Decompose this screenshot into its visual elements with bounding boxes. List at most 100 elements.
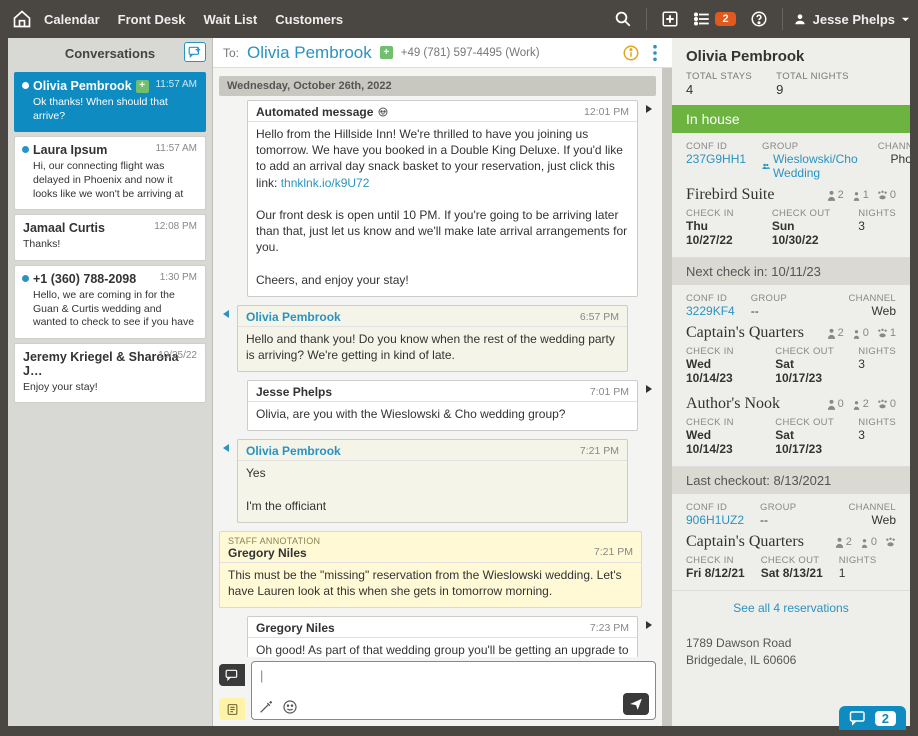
conversation-name: Laura Ipsum xyxy=(33,143,107,157)
message-input[interactable]: | xyxy=(251,661,656,720)
compose-message-tab[interactable] xyxy=(219,664,245,686)
message-body: Olivia, are you with the Wieslowski & Ch… xyxy=(248,402,637,430)
new-conversation-button[interactable] xyxy=(184,42,206,62)
recipient-phone: +49 (781) 597-4495 xyxy=(401,47,502,59)
message-time: 12:01 PM xyxy=(584,106,629,118)
conversation-preview: Enjoy your stay! xyxy=(23,381,197,395)
messages-widget[interactable]: 2 xyxy=(839,706,906,730)
unread-dot-icon xyxy=(22,82,29,89)
see-all-reservations-link[interactable]: See all 4 reservations xyxy=(733,601,848,615)
expand-caret-icon[interactable] xyxy=(642,100,656,114)
nav-wait-list[interactable]: Wait List xyxy=(204,12,258,27)
adults-icon: 0 xyxy=(827,398,844,410)
message-body: This must be the "missing" reservation f… xyxy=(220,563,641,607)
short-link[interactable]: thnklnk.io/k9U72 xyxy=(281,176,370,190)
conversation-time: 11:57 AM xyxy=(155,79,197,90)
conversation-name: Olivia Pembrook xyxy=(33,79,132,93)
checkout-value: Sat 10/17/23 xyxy=(775,428,842,456)
expand-caret-icon[interactable] xyxy=(219,439,233,453)
conf-id-link[interactable]: 906H1UZ2 xyxy=(686,513,744,527)
conf-id-link[interactable]: 237G9HH1 xyxy=(686,152,746,166)
checkin-label: CHECK IN xyxy=(686,417,759,428)
messages-widget-count: 2 xyxy=(875,711,896,726)
plus-icon: + xyxy=(380,46,393,59)
next-checkin-header: Next check in: 10/11/23 xyxy=(672,258,910,285)
recipient-name[interactable]: Olivia Pembrook xyxy=(247,43,372,63)
conversation-item[interactable]: Jeremy Kriegel & Sharona J… 10/25/22 Enj… xyxy=(14,343,206,404)
pets-icon xyxy=(885,536,896,548)
conversation-name: +1 (360) 788-2098 xyxy=(33,272,136,286)
to-label: To: xyxy=(223,46,239,60)
message-body: Hello and thank you! Do you know when th… xyxy=(238,327,627,371)
conversation-item[interactable]: Olivia Pembrook+ 11:57 AM Ok thanks! Whe… xyxy=(14,72,206,132)
expand-caret-icon[interactable] xyxy=(219,305,233,319)
more-menu-icon[interactable] xyxy=(648,44,662,62)
expand-caret-icon[interactable] xyxy=(642,380,656,394)
conf-id-label: CONF ID xyxy=(686,293,735,304)
nav-front-desk[interactable]: Front Desk xyxy=(118,12,186,27)
message-sender: Gregory Niles xyxy=(256,621,335,635)
nights-value: 3 xyxy=(858,219,896,233)
room-name: Firebird Suite xyxy=(686,186,774,204)
group-label: GROUP xyxy=(751,293,787,304)
message-body: Hello from the Hillside Inn! We're thril… xyxy=(248,122,637,296)
message-sender: Automated message xyxy=(256,105,373,119)
home-icon[interactable] xyxy=(8,5,36,33)
compose-note-tab[interactable] xyxy=(219,698,245,720)
conversation-time: 11:57 AM xyxy=(155,143,197,154)
room-name: Captain's Quarters xyxy=(686,533,804,551)
phone-label: (Work) xyxy=(505,47,539,59)
expand-caret-icon[interactable] xyxy=(642,616,656,630)
conversation-preview: Hi, our connecting flight was delayed in… xyxy=(33,160,197,201)
nav-calendar[interactable]: Calendar xyxy=(44,12,100,27)
conversation-item[interactable]: +1 (360) 788-2098 1:30 PM Hello, we are … xyxy=(14,265,206,339)
conversation-preview: Thanks! xyxy=(23,238,197,252)
magic-icon[interactable] xyxy=(258,699,274,715)
conversation-item[interactable]: Laura Ipsum 11:57 AM Hi, our connecting … xyxy=(14,136,206,210)
unread-dot-icon xyxy=(22,146,29,153)
info-icon[interactable] xyxy=(622,44,640,62)
message-time: 7:01 PM xyxy=(590,386,629,398)
checkout-value: Sun 10/30/22 xyxy=(772,219,842,247)
nav-customers[interactable]: Customers xyxy=(275,12,343,27)
automation-icon xyxy=(377,106,389,118)
tasks-icon[interactable]: 2 xyxy=(693,6,735,32)
send-button[interactable] xyxy=(623,693,649,715)
pets-icon: 1 xyxy=(877,327,896,339)
conversation-time: 12:08 PM xyxy=(154,221,197,232)
total-stays-value: 4 xyxy=(686,82,752,97)
room-name: Captain's Quarters xyxy=(686,324,804,342)
message-body: YesI'm the officiant xyxy=(238,461,627,522)
checkout-label: CHECK OUT xyxy=(775,417,842,428)
plus-icon: + xyxy=(136,80,149,93)
children-icon: 0 xyxy=(852,327,869,339)
message-sender: Olivia Pembrook xyxy=(246,444,341,458)
conf-id-label: CONF ID xyxy=(686,141,746,152)
message-time: 7:23 PM xyxy=(590,622,629,634)
pets-icon: 0 xyxy=(877,398,896,410)
unread-dot-icon xyxy=(22,275,29,282)
message-sender: Gregory Niles xyxy=(228,546,307,560)
total-stays-label: TOTAL STAYS xyxy=(686,71,752,82)
conversations-header: Conversations xyxy=(65,46,155,61)
message-time: 7:21 PM xyxy=(594,546,633,560)
add-reservation-icon[interactable] xyxy=(657,6,683,32)
nights-label: NIGHTS xyxy=(858,417,896,428)
checkin-value: Fri 8/12/21 xyxy=(686,566,745,580)
guest-name: Olivia Pembrook xyxy=(672,38,910,71)
total-nights-value: 9 xyxy=(776,82,849,97)
group-value: -- xyxy=(760,513,796,527)
user-menu[interactable]: Jesse Phelps xyxy=(793,12,910,27)
conf-id-link[interactable]: 3229KF4 xyxy=(686,304,735,318)
nights-value: 3 xyxy=(858,357,896,371)
conversation-item[interactable]: Jamaal Curtis 12:08 PM Thanks! xyxy=(14,214,206,261)
group-value: -- xyxy=(751,304,787,318)
group-link[interactable]: Wieslowski/Cho Wedding xyxy=(762,152,862,180)
emoji-icon[interactable] xyxy=(282,699,298,715)
checkout-label: CHECK OUT xyxy=(775,346,842,357)
search-icon[interactable] xyxy=(610,6,636,32)
checkin-label: CHECK IN xyxy=(686,346,759,357)
address-line: Bridgedale, IL 60606 xyxy=(686,652,896,669)
help-icon[interactable] xyxy=(746,6,772,32)
children-icon: 1 xyxy=(852,189,869,201)
